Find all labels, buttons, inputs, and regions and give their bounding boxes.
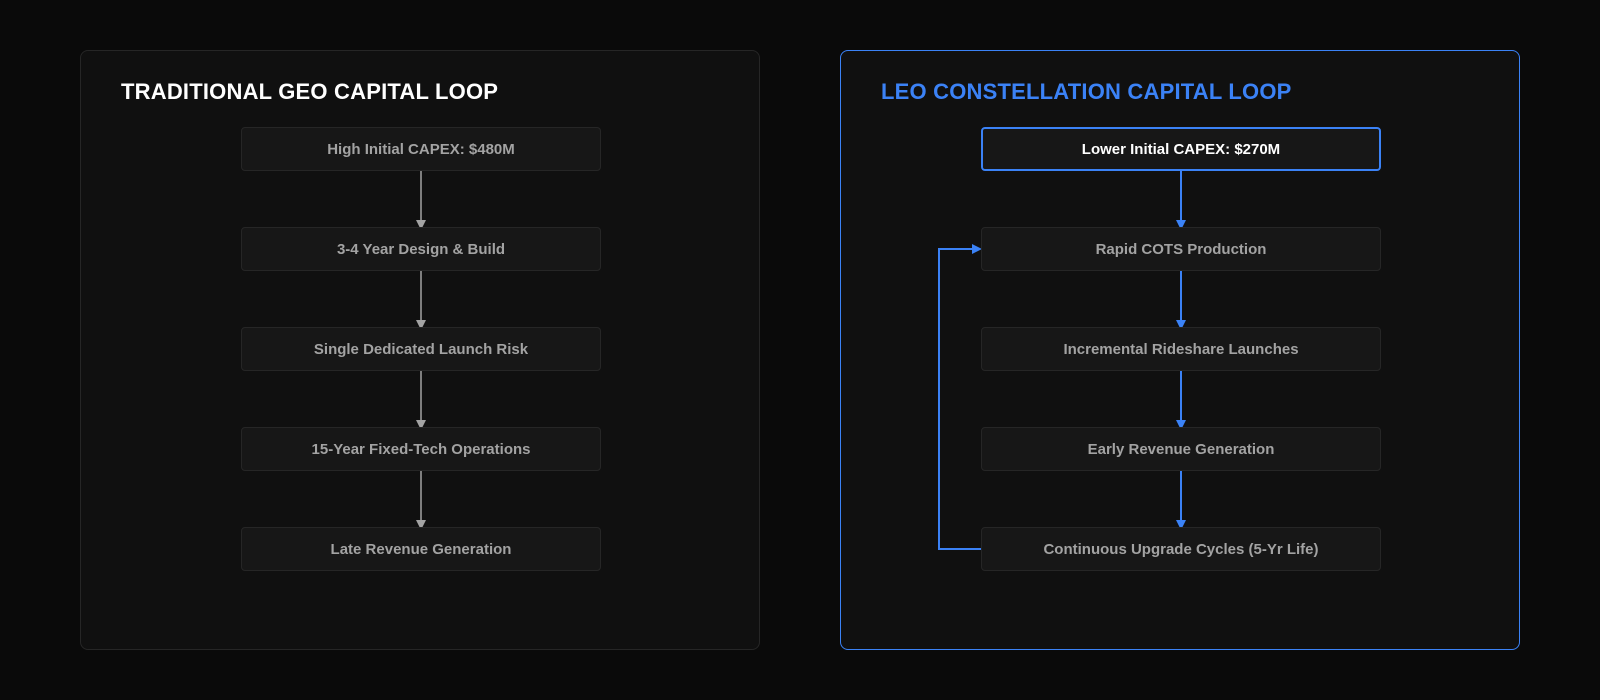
leo-step-early-revenue: Early Revenue Generation: [981, 427, 1381, 471]
leo-step-cots-production: Rapid COTS Production: [981, 227, 1381, 271]
leo-feedback-loop-arrow: [938, 244, 982, 550]
geo-step-capex: High Initial CAPEX: $480M: [241, 127, 601, 171]
geo-panel-title: TRADITIONAL GEO CAPITAL LOOP: [121, 79, 499, 104]
geo-step-operations: 15-Year Fixed-Tech Operations: [241, 427, 601, 471]
leo-step-capex: Lower Initial CAPEX: $270M: [981, 127, 1381, 171]
leo-capital-loop-panel: LEO CONSTELLATION CAPITAL LOOP Lower Ini…: [840, 50, 1520, 650]
geo-step-launch-risk: Single Dedicated Launch Risk: [241, 327, 601, 371]
leo-step-upgrade-cycles: Continuous Upgrade Cycles (5-Yr Life): [981, 527, 1381, 571]
geo-step-revenue: Late Revenue Generation: [241, 527, 601, 571]
geo-step-design-build: 3-4 Year Design & Build: [241, 227, 601, 271]
geo-capital-loop-panel: TRADITIONAL GEO CAPITAL LOOP High Initia…: [80, 50, 760, 650]
leo-step-rideshare-launches: Incremental Rideshare Launches: [981, 327, 1381, 371]
leo-panel-title: LEO CONSTELLATION CAPITAL LOOP: [881, 79, 1292, 104]
